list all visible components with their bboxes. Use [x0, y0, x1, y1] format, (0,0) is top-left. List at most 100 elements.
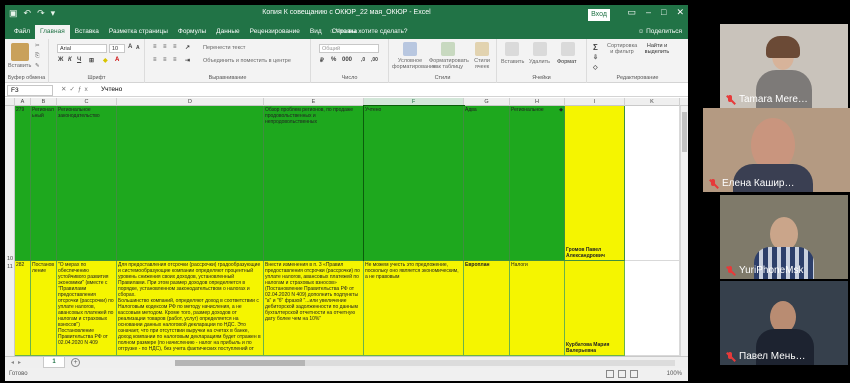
scroll-thumb[interactable]	[682, 112, 687, 152]
cell-d11[interactable]: Для предоставления отсрочки (рассрочки) …	[117, 261, 264, 356]
align-middle-icon[interactable]: ≡	[163, 44, 167, 52]
scroll-thumb[interactable]	[175, 360, 305, 366]
cell-g11[interactable]: Европлан	[464, 261, 510, 356]
delete-cells-button[interactable]: Удалить	[529, 59, 550, 65]
insert-cells-icon[interactable]	[505, 42, 519, 56]
merge-center-button[interactable]: Объединить и поместить в центре	[203, 58, 291, 64]
cell-d10[interactable]	[117, 106, 264, 261]
paste-button[interactable]: Вставить	[8, 63, 31, 69]
cell-styles-icon[interactable]	[475, 42, 489, 56]
column-header[interactable]: I	[565, 98, 625, 106]
font-name-select[interactable]: Arial	[57, 44, 107, 53]
cell-styles-button[interactable]: Стили ячеек	[469, 58, 495, 70]
normal-view-icon[interactable]	[606, 370, 614, 378]
column-header[interactable]: C	[57, 98, 117, 106]
cell-e11[interactable]: Внести изменения в п. 3 «Правил предоста…	[264, 261, 364, 356]
tab-view[interactable]: Вид	[305, 25, 327, 39]
row-header[interactable]: 10	[5, 256, 15, 262]
cell-k11[interactable]	[625, 261, 680, 356]
align-top-icon[interactable]: ≡	[153, 44, 157, 52]
horizontal-scrollbar[interactable]	[175, 360, 675, 366]
cell-e10[interactable]: Обзор проблем регионов, по продаже продо…	[264, 106, 364, 261]
cell-a10[interactable]: 279	[15, 106, 31, 261]
format-table-icon[interactable]	[441, 42, 455, 56]
video-tile-yuri[interactable]: YuriPhoneMsk	[720, 195, 848, 279]
cell-c10[interactable]: Региональное законодательство	[57, 106, 117, 261]
percent-icon[interactable]: %	[331, 57, 336, 65]
underline-icon[interactable]: Ч	[77, 57, 81, 65]
page-layout-view-icon[interactable]	[618, 370, 626, 378]
vertical-scrollbar[interactable]	[680, 106, 688, 356]
align-bottom-icon[interactable]: ≡	[173, 44, 177, 52]
column-header[interactable]: A	[15, 98, 31, 106]
paste-icon[interactable]	[11, 43, 29, 61]
ribbon-display-icon[interactable]: ▭	[627, 7, 636, 18]
tab-home[interactable]: Главная	[34, 25, 70, 39]
page-break-view-icon[interactable]	[630, 370, 638, 378]
borders-icon[interactable]: ⊞	[89, 57, 94, 65]
cell-g10[interactable]: Адва	[464, 106, 510, 261]
copy-icon[interactable]: ⎘	[35, 53, 39, 60]
autosum-icon[interactable]: Σ	[593, 43, 598, 52]
sort-filter-button[interactable]: Сортировка и фильтр	[607, 43, 637, 55]
column-header[interactable]: B	[31, 98, 57, 106]
wrap-text-button[interactable]: Перенести текст	[203, 45, 245, 51]
name-box[interactable]: F3	[7, 85, 53, 96]
column-header[interactable]: K	[625, 98, 680, 106]
select-all-corner[interactable]	[5, 98, 15, 106]
clear-icon[interactable]: ◇	[593, 64, 598, 72]
cell-k10[interactable]	[625, 106, 680, 261]
fill-icon[interactable]: ⇩	[593, 54, 598, 62]
increase-decimal-icon[interactable]: ,0	[361, 57, 365, 65]
fill-color-icon[interactable]: ◆	[103, 57, 108, 65]
cell-h11[interactable]: Налоги	[510, 261, 565, 356]
tell-me-search[interactable]: ◌ Что вы хотите сделать?	[330, 28, 408, 35]
cell-i10[interactable]: Громов Павел Александрович	[565, 106, 625, 261]
orientation-icon[interactable]: ↗	[185, 44, 190, 52]
share-button[interactable]: ☺ Поделиться	[638, 28, 682, 35]
tab-insert[interactable]: Вставка	[70, 25, 104, 39]
video-tile-elena[interactable]: Елена Кашир…	[703, 108, 850, 192]
shrink-font-icon[interactable]: A	[136, 45, 140, 53]
format-cells-button[interactable]: Формат	[557, 59, 577, 65]
minimize-icon[interactable]: –	[646, 7, 651, 18]
enter-icon[interactable]: ✓	[69, 86, 77, 93]
grow-font-icon[interactable]: A	[128, 44, 132, 52]
currency-icon[interactable]: ₽	[320, 57, 324, 65]
align-right-icon[interactable]: ≡	[173, 57, 177, 65]
italic-icon[interactable]: К	[68, 57, 72, 65]
format-table-button[interactable]: Форматировать как таблицу	[429, 58, 469, 70]
fx-icon[interactable]: ƒx	[78, 86, 91, 93]
font-size-select[interactable]: 10	[109, 44, 125, 53]
cell-i11[interactable]: Курбатова Мария Валерьевна	[565, 261, 625, 356]
format-painter-icon[interactable]: ✎	[35, 63, 40, 69]
sheet-tab[interactable]: 1	[43, 357, 65, 368]
tab-page-layout[interactable]: Разметка страницы	[104, 25, 173, 39]
video-tile-pavel[interactable]: Павел Мень…	[720, 281, 848, 365]
find-select-button[interactable]: Найти и выделить	[643, 43, 671, 55]
column-header[interactable]: D	[117, 98, 264, 106]
cell-f11[interactable]: Не можем учесть это предложение, посколь…	[364, 261, 464, 356]
cond-format-button[interactable]: Условное форматирование	[392, 58, 436, 70]
delete-cells-icon[interactable]	[533, 42, 547, 56]
cell-f10[interactable]: Учтено	[363, 105, 465, 262]
login-button[interactable]: Вход	[588, 9, 610, 21]
indent-icon[interactable]: ⇥	[185, 57, 190, 65]
decrease-decimal-icon[interactable]: ,00	[371, 57, 378, 65]
add-sheet-icon[interactable]: +	[71, 358, 80, 367]
cell-b10[interactable]: Регионал ьный	[31, 106, 57, 261]
cell-c11[interactable]: "О мерах по обеспечению устойчивого разв…	[57, 261, 117, 356]
maximize-icon[interactable]: □	[661, 7, 666, 18]
comma-style-icon[interactable]: 000	[342, 57, 352, 65]
cell-b11[interactable]: Постанов ление	[31, 261, 57, 356]
row-header[interactable]: 11	[5, 264, 15, 270]
column-header[interactable]: E	[264, 98, 364, 106]
tab-file[interactable]: Файл	[9, 25, 35, 39]
video-tile-tamara[interactable]: Tamara Mere…	[720, 24, 848, 108]
tab-data[interactable]: Данные	[211, 25, 244, 39]
sheet-nav-arrows[interactable]: ◂▸	[11, 359, 25, 366]
zoom-level[interactable]: 100%	[667, 371, 682, 377]
format-cells-icon[interactable]	[561, 42, 575, 56]
column-header[interactable]: H	[510, 98, 565, 106]
insert-cells-button[interactable]: Вставить	[501, 59, 524, 65]
